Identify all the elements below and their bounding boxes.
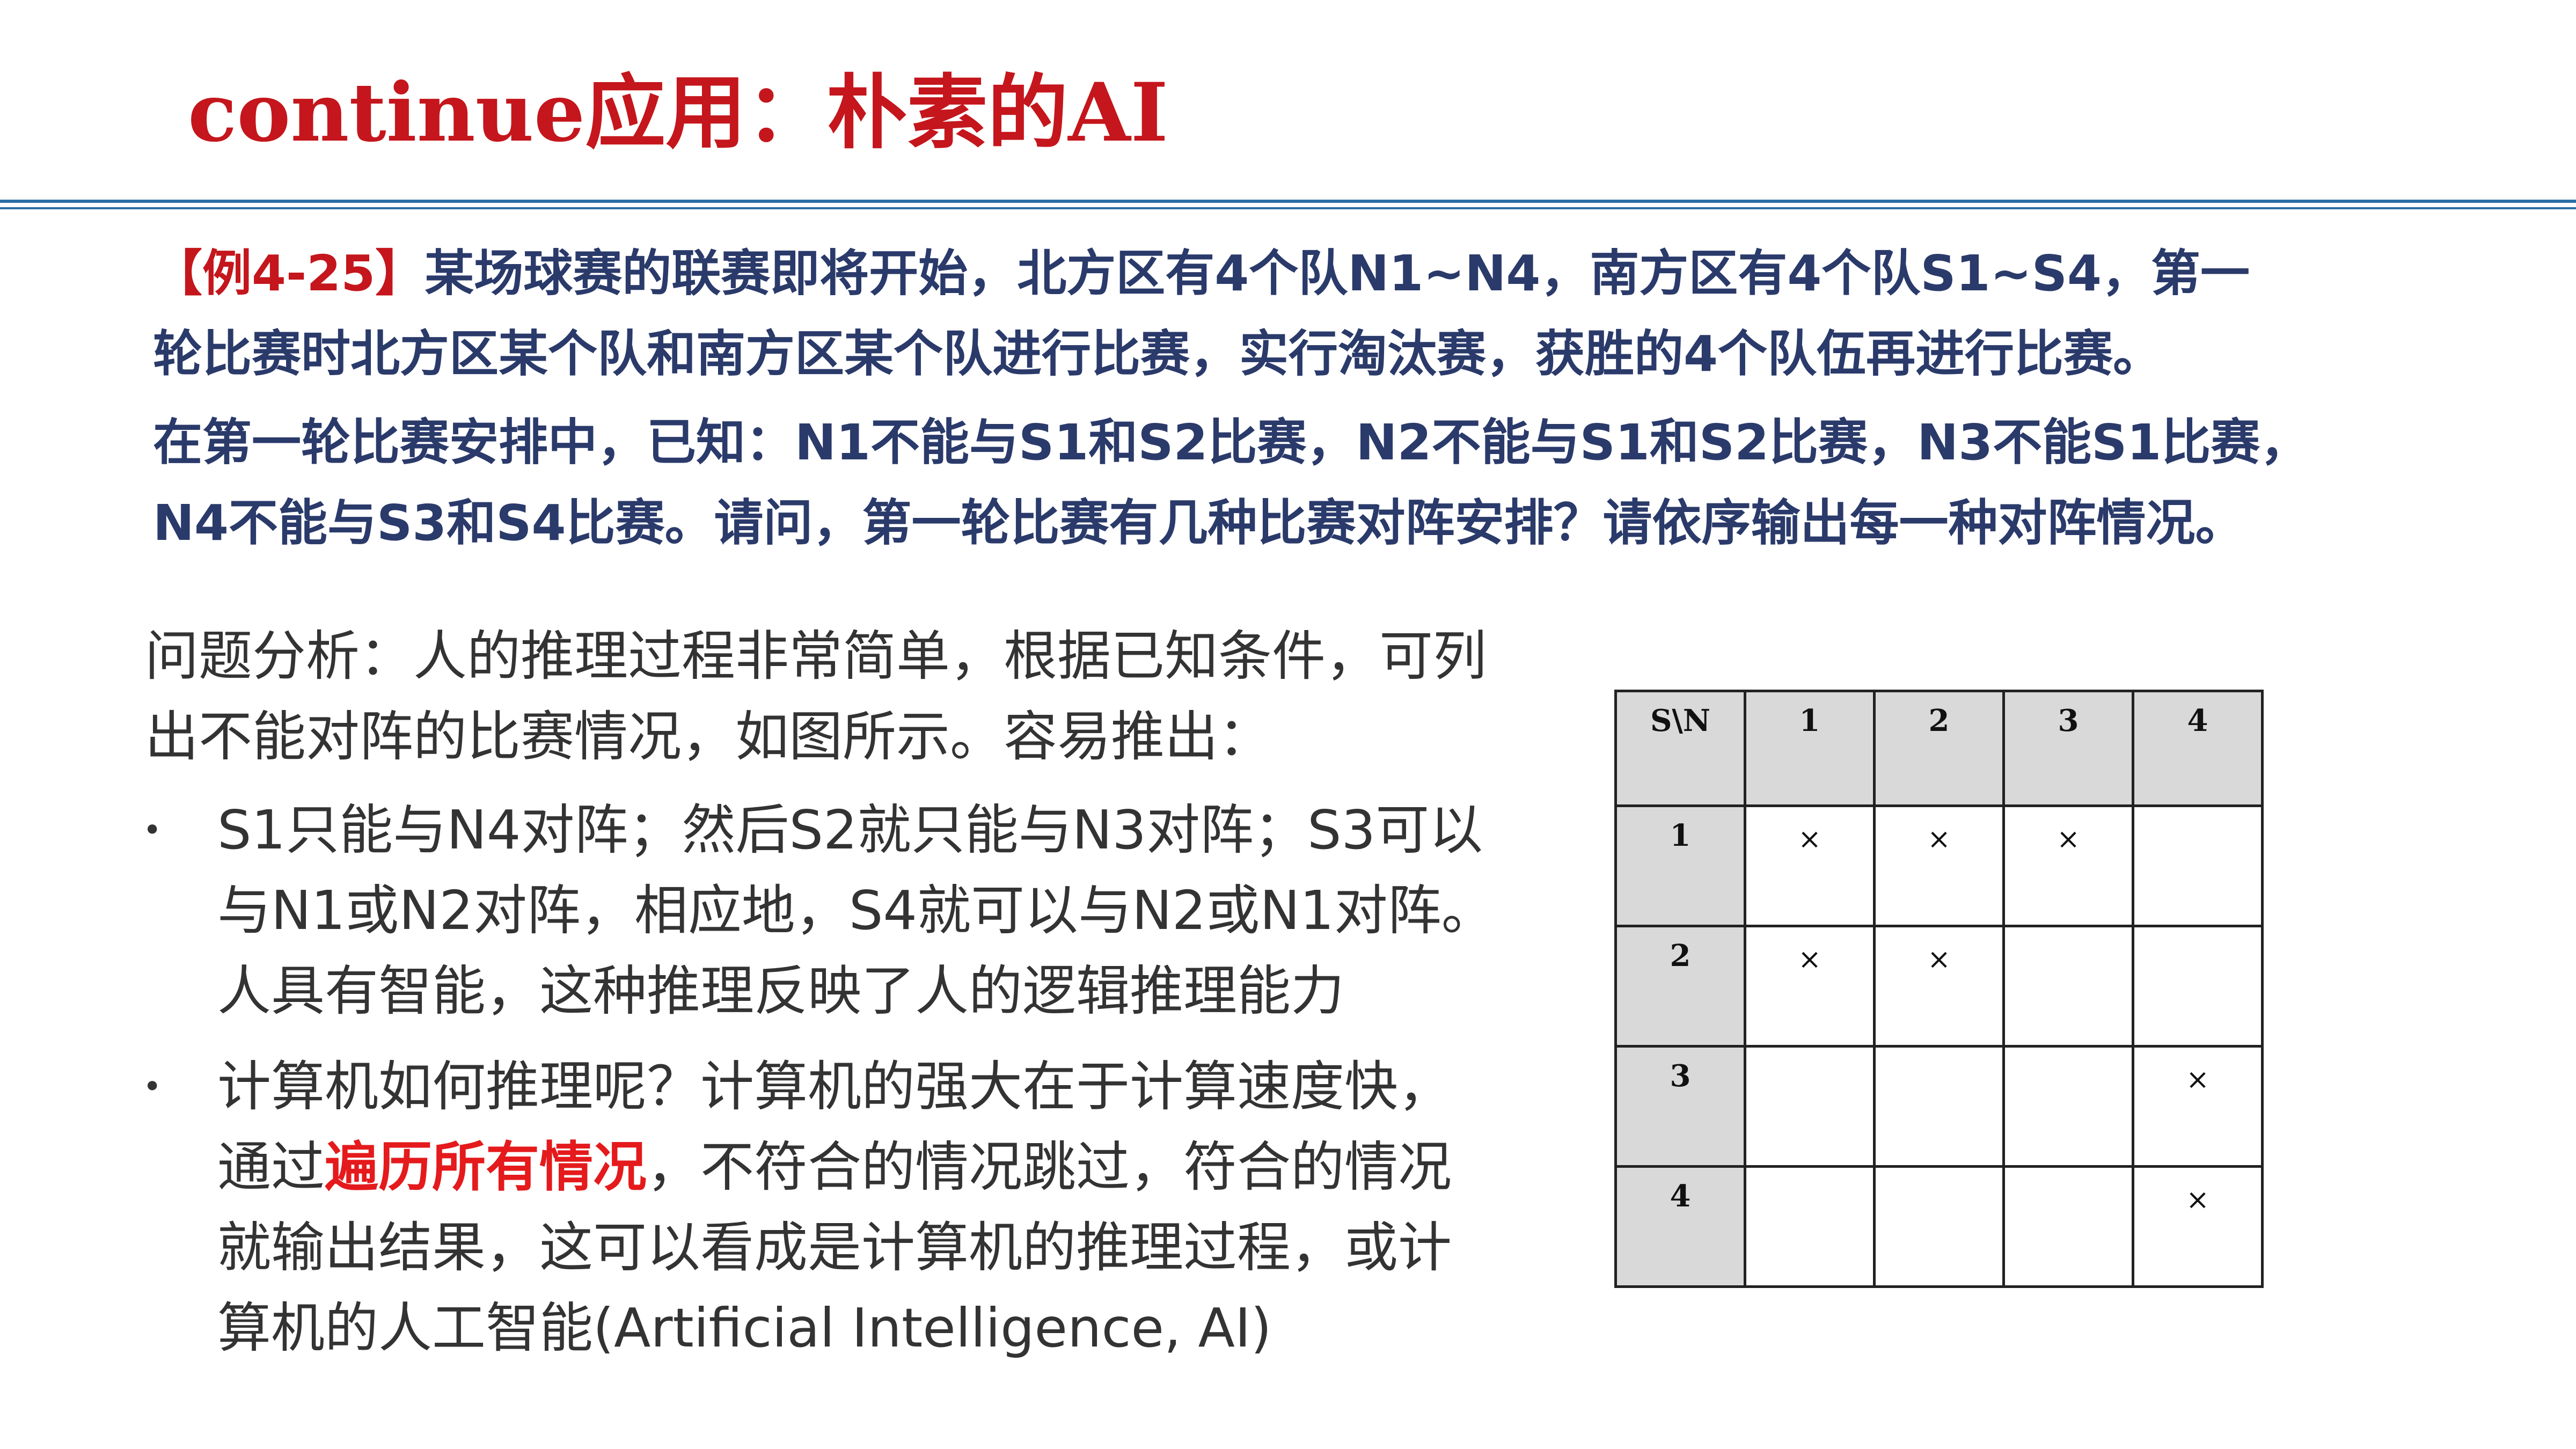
bullet-item-computer-reasoning: • 计算机如何推理呢？计算机的强大在于计算速度快， 通过遍历所有情况，不符合的情…	[143, 1046, 1519, 1368]
constraint-table: S\N 1 2 3 4 1 × × × 2 × × 3 × 4 ×	[1614, 690, 2264, 1288]
analysis-line-1: 问题分析：人的推理过程非常简单，根据已知条件，可列	[145, 625, 1487, 687]
table-row: 3 ×	[1614, 1045, 2264, 1168]
table-cell	[1873, 1045, 2005, 1168]
analysis-line-2: 出不能对阵的比赛情况，如图所示。容易推出：	[145, 705, 1272, 768]
example-constraints: 在第一轮比赛安排中，已知：N1不能与S1和S2比赛，N2不能与S1和S2比赛，N…	[153, 402, 2450, 564]
example-line-1: 【例4-25】某场球赛的联赛即将开始，北方区有4个队N1~N4，南方区有4个队S…	[153, 233, 2450, 314]
analysis-paragraph: 问题分析：人的推理过程非常简单，根据已知条件，可列 出不能对阵的比赛情况，如图所…	[145, 616, 1519, 777]
table-cell: ×	[2002, 804, 2134, 927]
table-cell: ×	[2132, 1045, 2264, 1168]
table-col-header: 1	[1744, 690, 1876, 807]
bullet-marker: •	[143, 1068, 162, 1106]
highlight-text: 遍历所有情况	[325, 1136, 647, 1198]
bullet-2-line-2-prefix: 通过	[217, 1136, 325, 1198]
table-cell	[1873, 1165, 2005, 1288]
header-divider-top	[0, 200, 2576, 203]
example-line-3: 在第一轮比赛安排中，已知：N1不能与S1和S2比赛，N2不能与S1和S2比赛，N…	[153, 414, 2310, 471]
table-cell: ×	[1873, 925, 2005, 1048]
table-cell	[1744, 1165, 1876, 1288]
example-line-2: 轮比赛时北方区某个队和南方区某个队进行比赛，实行淘汰赛，获胜的4个队伍再进行比赛…	[153, 325, 2163, 383]
bullet-2-line-3: 就输出结果，这可以看成是计算机的推理过程，或计	[217, 1216, 1452, 1279]
table-row-header: 3	[1614, 1045, 1746, 1168]
bullet-2-line-1: 计算机如何推理呢？计算机的强大在于计算速度快，	[217, 1055, 1452, 1118]
table-cell: ×	[1744, 925, 1876, 1048]
table-cell	[1744, 1045, 1876, 1168]
table-cell: ×	[1744, 804, 1876, 927]
table-row-header: 2	[1614, 925, 1746, 1048]
table-cell: ×	[1873, 804, 2005, 927]
table-cell	[2002, 925, 2134, 1048]
table-row-header: 4	[1614, 1165, 1746, 1288]
bullet-2-line-2-suffix: ，不符合的情况跳过，符合的情况	[647, 1136, 1452, 1198]
table-cell: ×	[2132, 1165, 2264, 1288]
example-line-1-text: 某场球赛的联赛即将开始，北方区有4个队N1~N4，南方区有4个队S1~S4，第一	[425, 245, 2250, 302]
bullet-2-line-2: 通过遍历所有情况，不符合的情况跳过，符合的情况	[217, 1127, 1519, 1208]
table-cell	[2002, 1045, 2134, 1168]
example-tag: 【例4-25】	[153, 245, 425, 302]
example-statement: 【例4-25】某场球赛的联赛即将开始，北方区有4个队N1~N4，南方区有4个队S…	[153, 233, 2450, 394]
table-cell	[2132, 804, 2264, 927]
bullet-1-line-1: S1只能与N4对阵；然后S2就只能与N3对阵；S3可以	[217, 799, 1483, 861]
slide-title: continue应用：朴素的AI	[188, 65, 1168, 160]
bullet-marker: •	[143, 811, 162, 849]
table-col-header: 4	[2132, 690, 2264, 807]
table-row: 1 × × ×	[1614, 804, 2264, 927]
bullet-1-line-3: 人具有智能，这种推理反映了人的逻辑推理能力	[217, 960, 1344, 1022]
table-row: 4 ×	[1614, 1165, 2264, 1288]
table-corner-cell: S\N	[1614, 690, 1746, 807]
table-col-header: 2	[1873, 690, 2005, 807]
table-cell	[2002, 1165, 2134, 1288]
table-row-header: 1	[1614, 804, 1746, 927]
table-cell	[2132, 925, 2264, 1048]
bullet-1-line-2: 与N1或N2对阵，相应地，S4就可以与N2或N1对阵。	[217, 879, 1495, 942]
example-line-4: N4不能与S3和S4比赛。请问，第一轮比赛有几种比赛对阵安排？请依序输出每一种对…	[153, 494, 2245, 552]
bullet-2-line-4: 算机的人工智能(Artificial Intelligence, AI)	[217, 1297, 1272, 1359]
table-col-header: 3	[2002, 690, 2134, 807]
table-header-row: S\N 1 2 3 4	[1614, 690, 2264, 807]
header-divider-bottom	[0, 207, 2576, 209]
bullet-item-human-reasoning: • S1只能与N4对阵；然后S2就只能与N3对阵；S3可以 与N1或N2对阵，相…	[143, 790, 1519, 1031]
table-row: 2 × ×	[1614, 925, 2264, 1048]
